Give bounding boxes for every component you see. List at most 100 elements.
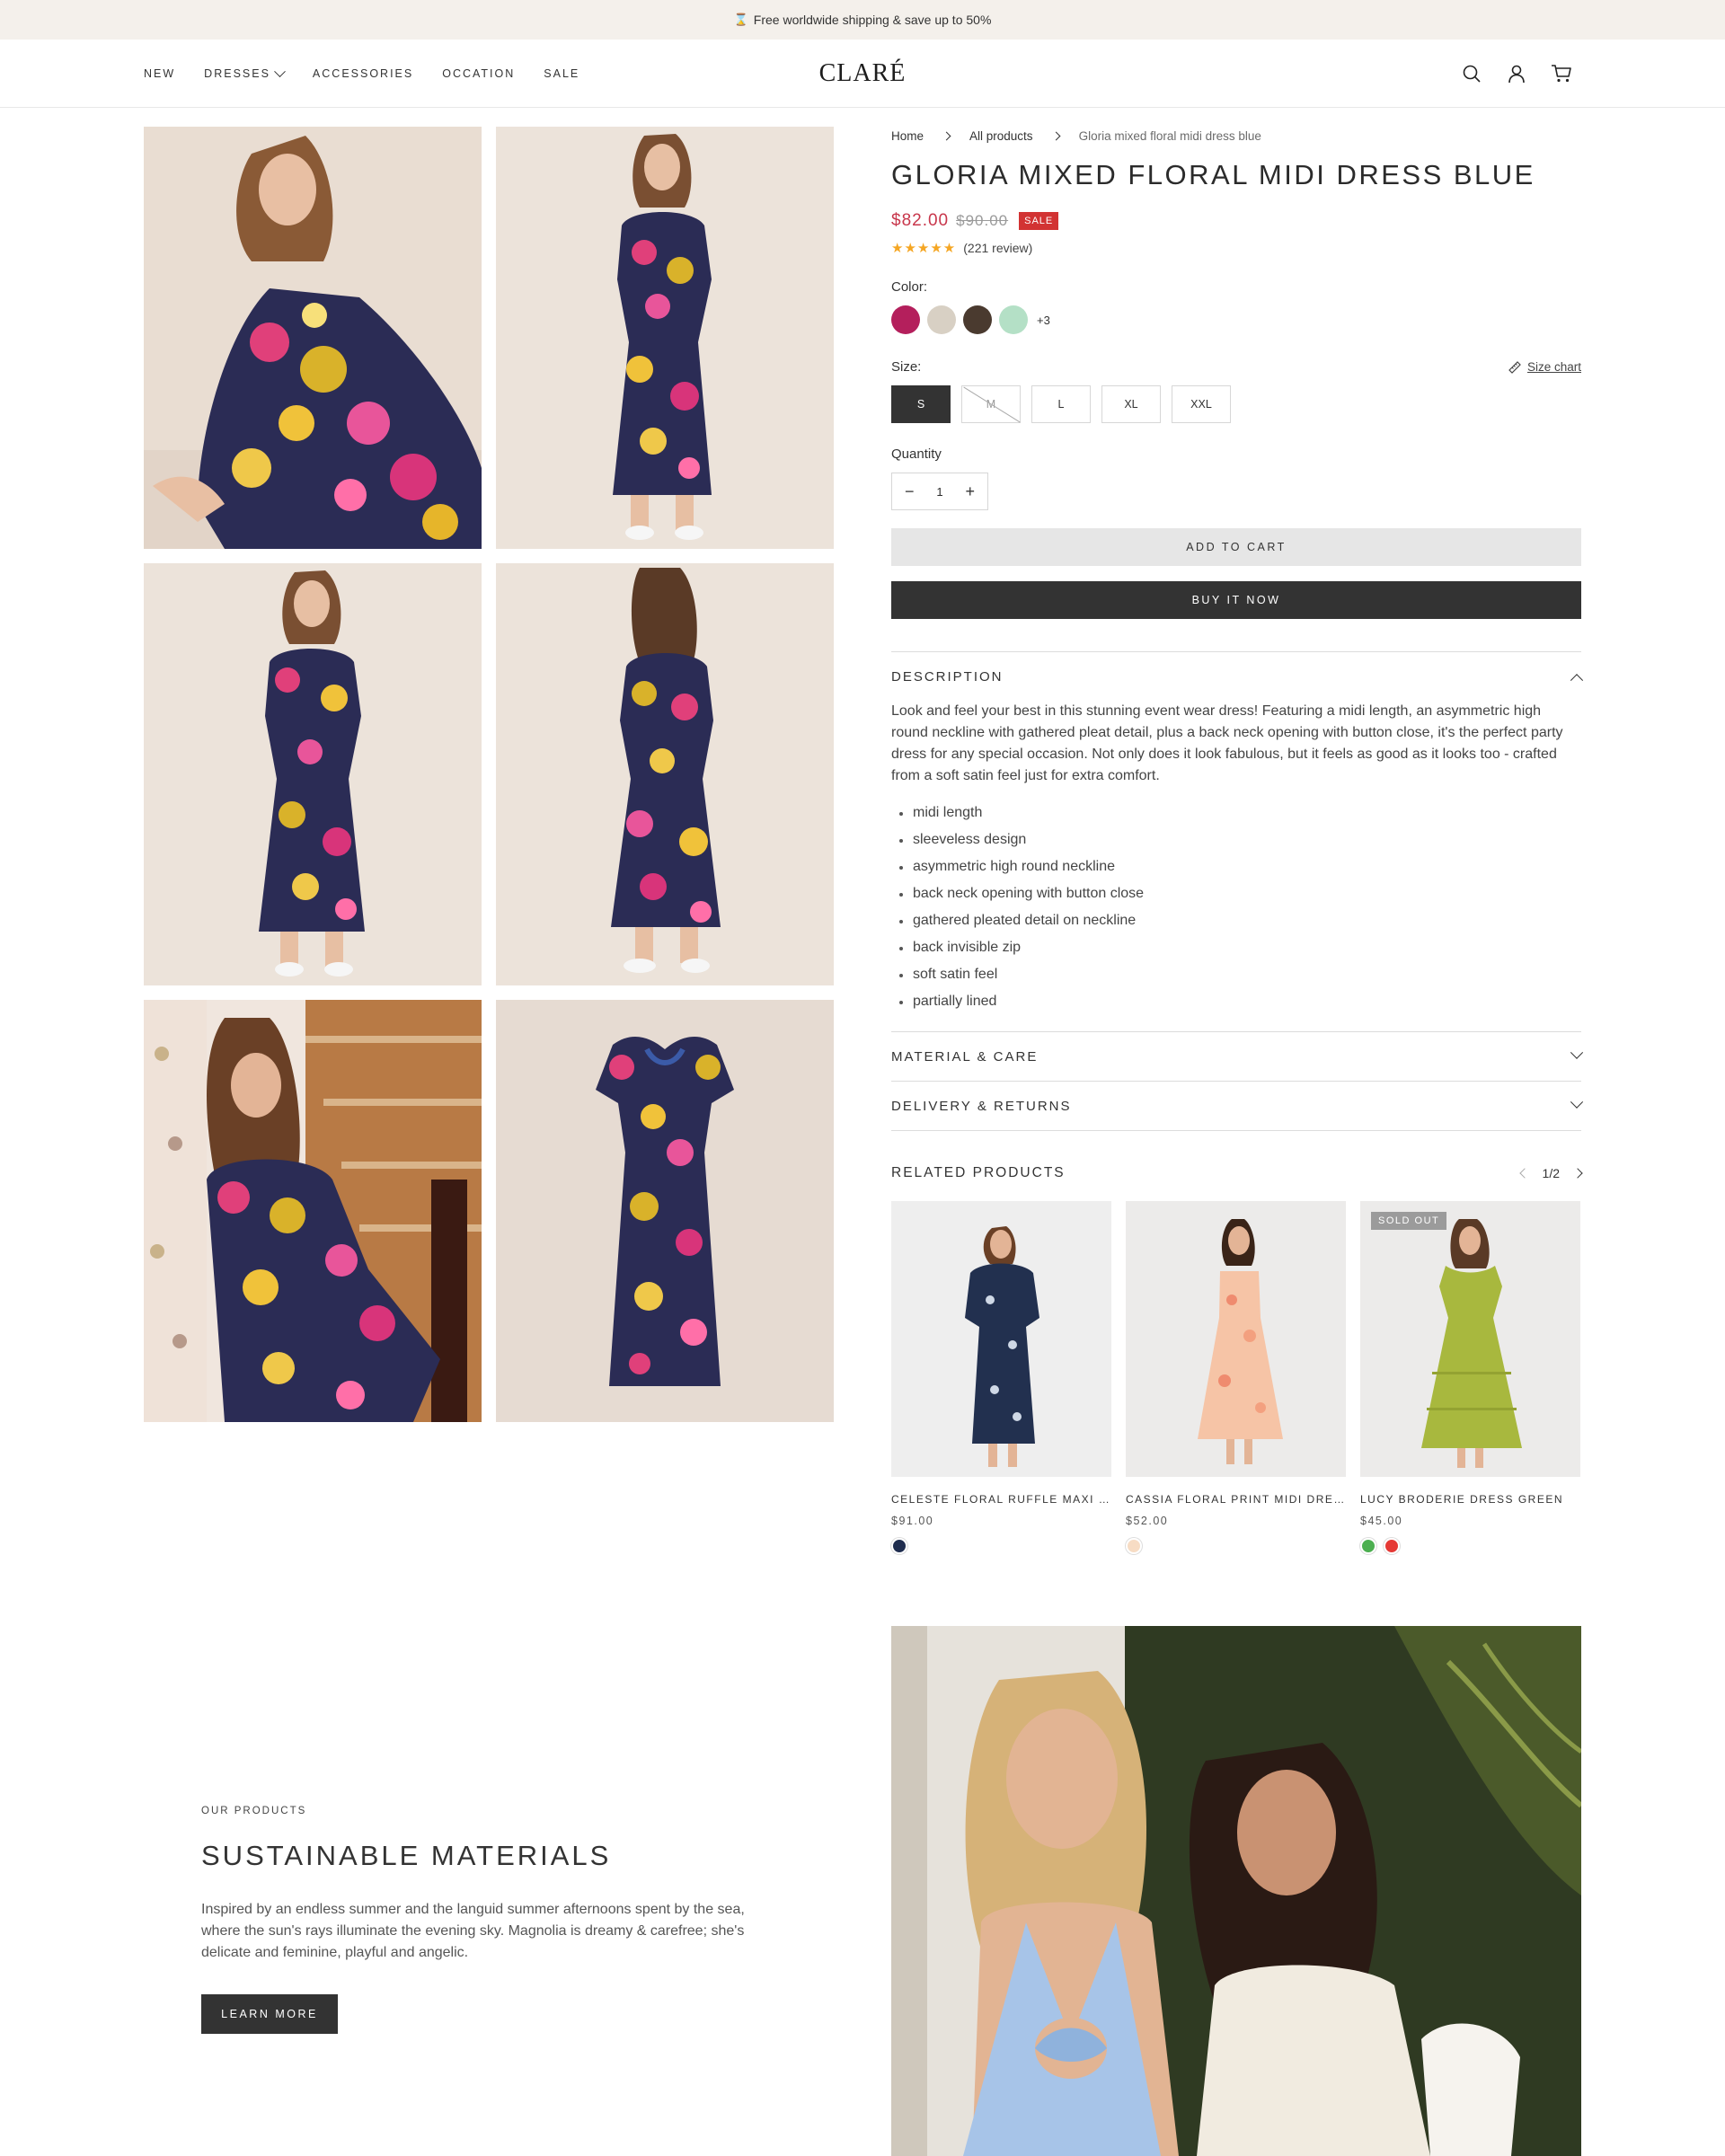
product-gallery [144, 127, 834, 1422]
quantity-stepper: − 1 + [891, 473, 988, 510]
product-card-price: $52.00 [1126, 1515, 1169, 1527]
size-options: S M L XL XXL [891, 385, 1581, 423]
review-count: (221 review) [963, 241, 1033, 255]
account-icon[interactable] [1506, 63, 1527, 84]
color-swatch-3[interactable] [963, 305, 992, 334]
product-card-price: $91.00 [891, 1515, 934, 1527]
color-swatch-4[interactable] [999, 305, 1028, 334]
chevron-down-icon [1570, 1095, 1584, 1109]
cart-icon[interactable] [1551, 63, 1572, 84]
plus-icon[interactable]: + [965, 482, 975, 501]
material-care-title: MATERIAL & CARE [891, 1048, 1039, 1065]
list-item: back neck opening with button close [891, 880, 1581, 907]
delivery-returns-toggle[interactable]: DELIVERY & RETURNS [891, 1082, 1584, 1130]
chevron-left-icon[interactable] [1518, 1168, 1530, 1179]
nav-item-label: OCCATION [442, 67, 516, 80]
more-colors[interactable]: +3 [1037, 314, 1050, 327]
product-image-2[interactable] [496, 127, 834, 549]
color-swatch-2[interactable] [927, 305, 956, 334]
size-row: Size: Size chart [891, 359, 1581, 375]
product-accordion: DESCRIPTION Look and feel your best in t… [891, 651, 1584, 1131]
related-header: RELATED PRODUCTS 1/2 [891, 1165, 1583, 1181]
nav-item-label: ACCESSORIES [312, 67, 414, 80]
breadcrumb-all-products[interactable]: All products [969, 129, 1033, 143]
nav-item-label: NEW [144, 67, 176, 80]
size-option-m[interactable]: M [961, 385, 1021, 423]
sale-badge: SALE [1019, 212, 1059, 230]
product-image-6[interactable] [496, 1000, 834, 1422]
product-card-price: $45.00 [1360, 1515, 1403, 1527]
chevron-down-icon [274, 65, 286, 77]
nav-item-sale[interactable]: SALE [544, 67, 579, 80]
product-image-4[interactable] [496, 563, 834, 985]
size-chart-link[interactable]: Size chart [1508, 360, 1581, 375]
color-dot[interactable] [891, 1538, 907, 1554]
product-card-image[interactable] [1126, 1201, 1346, 1477]
product-card-name[interactable]: LUCY BRODERIE DRESS GREEN [1360, 1493, 1580, 1506]
description-toggle[interactable]: DESCRIPTION [891, 652, 1584, 701]
product-image-3[interactable] [144, 563, 482, 985]
nav-item-accessories[interactable]: ACCESSORIES [313, 67, 413, 80]
product-card[interactable]: SOLD OUT LUCY BRODERIE DRESS GREEN $45.0… [1360, 1201, 1580, 1554]
size-label: Size: [891, 359, 922, 375]
main-nav: NEW DRESSES ACCESSORIES OCCATION SALE [144, 40, 579, 108]
color-dot[interactable] [1126, 1538, 1142, 1554]
nav-item-dresses[interactable]: DRESSES [204, 65, 286, 80]
product-card-name[interactable]: CASSIA FLORAL PRINT MIDI DRESS NUDE [1126, 1493, 1346, 1506]
color-swatch-1[interactable] [891, 305, 920, 334]
color-dot[interactable] [1360, 1538, 1376, 1554]
color-swatches: +3 [891, 305, 1581, 334]
size-option-xl[interactable]: XL [1101, 385, 1161, 423]
hourglass-icon: ⌛ [733, 13, 748, 26]
product-card-image[interactable] [891, 1201, 1111, 1477]
quantity-value[interactable]: 1 [936, 485, 942, 499]
product-card-image[interactable]: SOLD OUT [1360, 1201, 1580, 1477]
add-to-cart-button[interactable]: ADD TO CART [891, 528, 1581, 566]
size-option-s[interactable]: S [891, 385, 951, 423]
header-icons [1461, 40, 1572, 108]
related-pager: 1/2 [1518, 1166, 1583, 1180]
sustainable-section: OUR PRODUCTS SUSTAINABLE MATERIALS Inspi… [201, 1806, 776, 2034]
description-bullets: midi length sleeveless design asymmetric… [891, 800, 1581, 1015]
related-title: RELATED PRODUCTS [891, 1165, 1066, 1180]
product-card-name[interactable]: CELESTE FLORAL RUFFLE MAXI DRESS NAVY [891, 1493, 1111, 1506]
sold-out-badge: SOLD OUT [1371, 1212, 1447, 1230]
ruler-icon [1508, 360, 1521, 374]
section-eyebrow: OUR PRODUCTS [201, 1806, 307, 1816]
color-dot[interactable] [1384, 1538, 1400, 1554]
minus-icon[interactable]: − [905, 482, 915, 501]
chevron-right-icon [942, 131, 951, 140]
product-image-1[interactable] [144, 127, 482, 549]
announcement-text: Free worldwide shipping & save up to 50% [753, 13, 992, 27]
section-title: SUSTAINABLE MATERIALS [201, 1840, 612, 1871]
related-page: 1/2 [1542, 1166, 1560, 1180]
nav-item-new[interactable]: NEW [144, 67, 175, 80]
rating[interactable]: ★★★★★ (221 review) [891, 240, 1581, 256]
material-care-toggle[interactable]: MATERIAL & CARE [891, 1032, 1584, 1081]
description-title: DESCRIPTION [891, 668, 1004, 685]
search-icon[interactable] [1461, 63, 1482, 84]
list-item: soft satin feel [891, 961, 1581, 988]
chevron-right-icon[interactable] [1572, 1168, 1583, 1179]
lifestyle-banner-image [891, 1626, 1581, 2156]
related-products: CELESTE FLORAL RUFFLE MAXI DRESS NAVY $9… [891, 1201, 1581, 1554]
nav-item-occasion[interactable]: OCCATION [442, 67, 515, 80]
size-option-xxl[interactable]: XXL [1172, 385, 1231, 423]
color-label: Color: [891, 279, 928, 295]
size-chart-label: Size chart [1526, 360, 1581, 374]
breadcrumb: Home All products Gloria mixed floral mi… [891, 127, 1581, 145]
breadcrumb-home[interactable]: Home [891, 129, 924, 143]
list-item: back invisible zip [891, 934, 1581, 961]
buy-now-button[interactable]: BUY IT NOW [891, 581, 1581, 619]
product-card-colors [891, 1538, 1111, 1554]
learn-more-button[interactable]: LEARN MORE [201, 1994, 338, 2034]
description-text: Look and feel your best in this stunning… [891, 703, 1563, 783]
product-image-5[interactable] [144, 1000, 482, 1422]
product-title: GLORIA MIXED FLORAL MIDI DRESS BLUE [891, 159, 1535, 190]
size-option-l[interactable]: L [1031, 385, 1091, 423]
product-card[interactable]: CASSIA FLORAL PRINT MIDI DRESS NUDE $52.… [1126, 1201, 1346, 1554]
product-card-colors [1126, 1538, 1346, 1554]
product-card[interactable]: CELESTE FLORAL RUFFLE MAXI DRESS NAVY $9… [891, 1201, 1111, 1554]
list-item: partially lined [891, 988, 1581, 1015]
list-item: sleeveless design [891, 826, 1581, 853]
